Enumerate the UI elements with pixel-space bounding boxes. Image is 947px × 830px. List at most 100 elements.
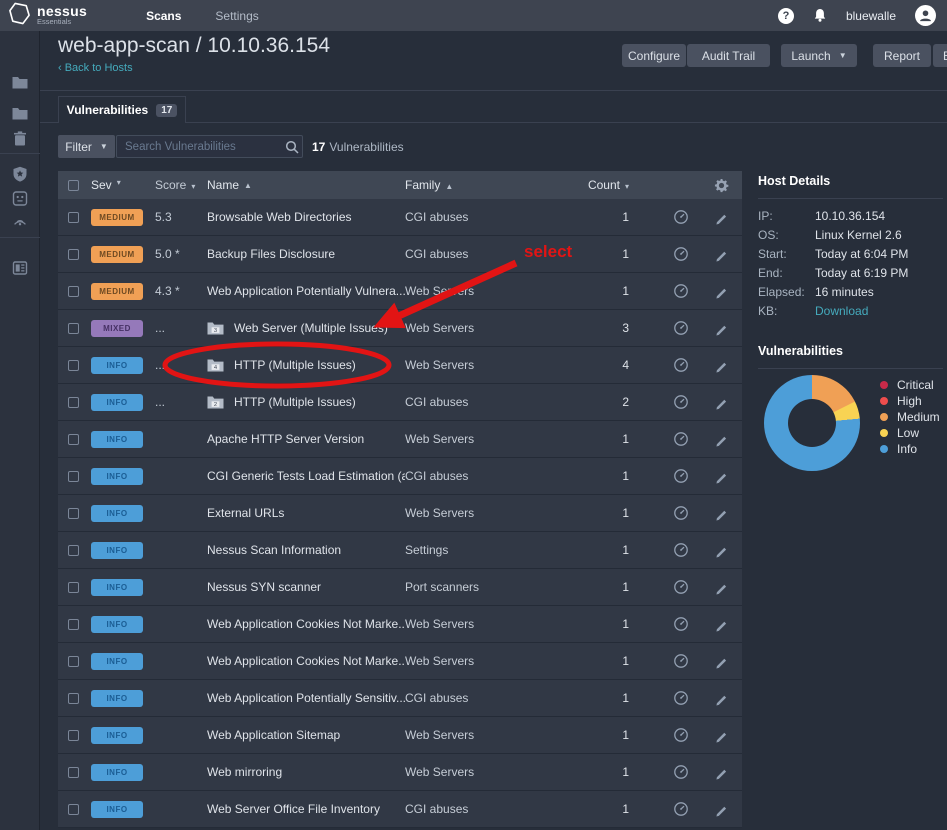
nav-settings[interactable]: Settings xyxy=(198,0,275,31)
row-checkbox[interactable] xyxy=(68,545,79,556)
vulnerabilities-donut-chart[interactable] xyxy=(764,375,860,471)
help-icon[interactable]: ? xyxy=(778,8,794,24)
table-row[interactable]: MEDIUM 5.0 * Backup Files Disclosure CGI… xyxy=(58,236,742,273)
row-checkbox[interactable] xyxy=(68,360,79,371)
username[interactable]: bluewalle xyxy=(846,9,896,23)
table-row[interactable]: INFO Apache HTTP Server Version Web Serv… xyxy=(58,421,742,458)
filter-button[interactable]: Filter ▼ xyxy=(58,135,115,158)
back-to-hosts-link[interactable]: ‹ Back to Hosts xyxy=(58,62,133,74)
search-icon[interactable] xyxy=(285,140,299,154)
nav-scans[interactable]: Scans xyxy=(129,0,198,31)
col-score[interactable]: Score▾ xyxy=(155,178,203,192)
report-button[interactable]: Report xyxy=(873,44,931,67)
row-checkbox[interactable] xyxy=(68,693,79,704)
row-checkbox[interactable] xyxy=(68,249,79,260)
table-row[interactable]: MEDIUM 4.3 * Web Application Potentially… xyxy=(58,273,742,310)
tab-vulnerabilities[interactable]: Vulnerabilities 17 xyxy=(58,96,186,123)
scanners-radar-icon[interactable] xyxy=(12,213,28,232)
edit-pencil-icon[interactable] xyxy=(710,691,732,706)
col-count[interactable]: Count▾ xyxy=(565,178,629,192)
table-row[interactable]: INFO Web Application Potentially Sensiti… xyxy=(58,680,742,717)
row-checkbox[interactable] xyxy=(68,286,79,297)
edit-pencil-icon[interactable] xyxy=(710,765,732,780)
nessus-logo[interactable]: nessus Essentials xyxy=(8,1,87,31)
user-avatar[interactable] xyxy=(915,5,936,26)
edit-pencil-icon[interactable] xyxy=(710,469,732,484)
configure-button[interactable]: Configure xyxy=(622,44,686,67)
row-checkbox[interactable] xyxy=(68,619,79,630)
modify-dial-icon[interactable] xyxy=(670,653,692,669)
modify-dial-icon[interactable] xyxy=(670,579,692,595)
my-scans-folder-icon[interactable] xyxy=(12,76,28,94)
row-checkbox[interactable] xyxy=(68,397,79,408)
modify-dial-icon[interactable] xyxy=(670,394,692,410)
col-sev[interactable]: Sev▾ xyxy=(91,178,143,192)
edit-pencil-icon[interactable] xyxy=(710,506,732,521)
edit-pencil-icon[interactable] xyxy=(710,247,732,262)
edit-pencil-icon[interactable] xyxy=(710,580,732,595)
table-row[interactable]: INFO ... 2 HTTP (Multiple Issues) CGI ab… xyxy=(58,384,742,421)
search-input[interactable] xyxy=(117,141,285,153)
table-row[interactable]: MIXED ... 3 Web Server (Multiple Issues)… xyxy=(58,310,742,347)
table-settings-gear-icon[interactable] xyxy=(710,178,732,193)
edit-pencil-icon[interactable] xyxy=(710,284,732,299)
row-checkbox[interactable] xyxy=(68,471,79,482)
row-checkbox[interactable] xyxy=(68,804,79,815)
select-all-checkbox[interactable] xyxy=(68,180,79,191)
row-checkbox[interactable] xyxy=(68,656,79,667)
edit-pencil-icon[interactable] xyxy=(710,210,732,225)
col-family[interactable]: Family▲ xyxy=(405,178,565,192)
modify-dial-icon[interactable] xyxy=(670,320,692,336)
edit-pencil-icon[interactable] xyxy=(710,728,732,743)
edit-pencil-icon[interactable] xyxy=(710,543,732,558)
modify-dial-icon[interactable] xyxy=(670,468,692,484)
modify-dial-icon[interactable] xyxy=(670,209,692,225)
all-scans-folder-icon[interactable] xyxy=(12,107,28,125)
modify-dial-icon[interactable] xyxy=(670,283,692,299)
audit-trail-button[interactable]: Audit Trail xyxy=(687,44,770,67)
table-row[interactable]: INFO Web Application Cookies Not Marke..… xyxy=(58,643,742,680)
row-checkbox[interactable] xyxy=(68,508,79,519)
table-row[interactable]: INFO Web Application Cookies Not Marke..… xyxy=(58,606,742,643)
modify-dial-icon[interactable] xyxy=(670,431,692,447)
notifications-bell-icon[interactable] xyxy=(813,8,827,23)
table-row[interactable]: INFO Web mirroring Web Servers 1 xyxy=(58,754,742,791)
trash-icon[interactable] xyxy=(13,131,26,151)
table-row[interactable]: INFO Web Application Sitemap Web Servers… xyxy=(58,717,742,754)
edit-pencil-icon[interactable] xyxy=(710,358,732,373)
edit-pencil-icon[interactable] xyxy=(710,617,732,632)
policies-shield-icon[interactable] xyxy=(12,166,27,187)
table-row[interactable]: MEDIUM 5.3 Browsable Web Directories CGI… xyxy=(58,199,742,236)
modify-dial-icon[interactable] xyxy=(670,727,692,743)
table-row[interactable]: INFO Nessus SYN scanner Port scanners 1 xyxy=(58,569,742,606)
plugin-rules-icon[interactable] xyxy=(12,191,27,211)
modify-dial-icon[interactable] xyxy=(670,357,692,373)
edit-pencil-icon[interactable] xyxy=(710,321,732,336)
modify-dial-icon[interactable] xyxy=(670,616,692,632)
row-checkbox[interactable] xyxy=(68,323,79,334)
row-checkbox[interactable] xyxy=(68,212,79,223)
table-row[interactable]: INFO Nessus Scan Information Settings 1 xyxy=(58,532,742,569)
terrascan-notebook-icon[interactable] xyxy=(12,261,27,280)
edit-pencil-icon[interactable] xyxy=(710,654,732,669)
edit-pencil-icon[interactable] xyxy=(710,432,732,447)
row-checkbox[interactable] xyxy=(68,767,79,778)
table-row[interactable]: INFO External URLs Web Servers 1 xyxy=(58,495,742,532)
row-checkbox[interactable] xyxy=(68,582,79,593)
col-name[interactable]: Name▲ xyxy=(207,178,405,192)
modify-dial-icon[interactable] xyxy=(670,764,692,780)
modify-dial-icon[interactable] xyxy=(670,801,692,817)
edit-pencil-icon[interactable] xyxy=(710,395,732,410)
table-row[interactable]: INFO ... 4 HTTP (Multiple Issues) Web Se… xyxy=(58,347,742,384)
kb-download-link[interactable]: Download xyxy=(815,304,868,318)
row-checkbox[interactable] xyxy=(68,434,79,445)
launch-button[interactable]: Launch ▼ xyxy=(781,44,857,67)
modify-dial-icon[interactable] xyxy=(670,690,692,706)
table-row[interactable]: INFO CGI Generic Tests Load Estimation (… xyxy=(58,458,742,495)
modify-dial-icon[interactable] xyxy=(670,246,692,262)
table-row[interactable]: INFO Web Server Office File Inventory CG… xyxy=(58,791,742,828)
modify-dial-icon[interactable] xyxy=(670,505,692,521)
edit-pencil-icon[interactable] xyxy=(710,802,732,817)
export-button[interactable]: Export xyxy=(933,44,947,67)
modify-dial-icon[interactable] xyxy=(670,542,692,558)
